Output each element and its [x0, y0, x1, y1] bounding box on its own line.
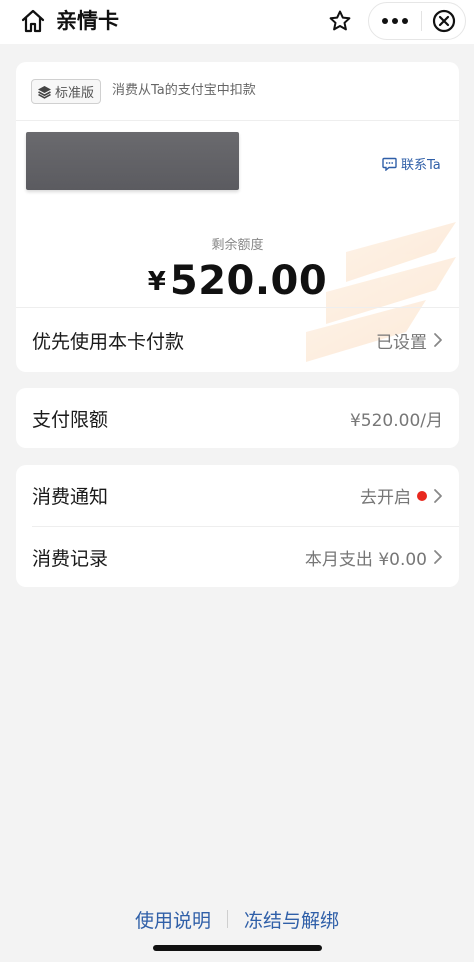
- redacted-account-info: [26, 132, 239, 190]
- more-dots-icon: [382, 18, 408, 24]
- chevron-right-icon: [434, 488, 442, 503]
- home-icon[interactable]: [20, 8, 46, 34]
- remaining-amount: ¥520.00: [16, 258, 459, 304]
- priority-payment-label: 优先使用本卡付款: [32, 330, 185, 353]
- consumption-records-row[interactable]: 消费记录 本月支出 ¥0.00: [16, 527, 459, 587]
- divider: [16, 307, 459, 308]
- consumption-notify-status: 去开启: [360, 483, 443, 508]
- star-icon: [329, 10, 351, 31]
- home-indicator: [153, 945, 322, 951]
- amount-value: 520.00: [169, 258, 328, 304]
- chevron-right-icon: [434, 550, 442, 564]
- deduction-description: 消费从Ta的支付宝中扣款: [112, 83, 256, 98]
- consumption-records-status: 本月支出 ¥0.00: [305, 545, 443, 570]
- contact-ta-link[interactable]: 联系Ta: [382, 154, 441, 173]
- header-bar: 亲情卡: [0, 0, 474, 44]
- consumption-notify-label: 消费通知: [32, 486, 109, 508]
- red-dot-indicator: [417, 490, 427, 501]
- divider: [16, 120, 459, 121]
- priority-payment-value: 已设置: [376, 332, 427, 353]
- chevron-right-icon: [434, 333, 442, 347]
- currency-symbol: ¥: [147, 267, 166, 297]
- consumption-records-label: 消费记录: [32, 547, 109, 570]
- family-card-panel: 标准版 消费从Ta的支付宝中扣款 联系Ta 剩余额度 ¥520.00 优先使用本…: [16, 62, 459, 372]
- payment-limit-value: ¥520.00/月: [349, 410, 443, 431]
- contact-ta-label: 联系Ta: [401, 158, 441, 173]
- more-button[interactable]: [369, 3, 421, 39]
- footer-links: 使用说明 冻结与解绑: [0, 902, 474, 936]
- consumption-records-value: 本月支出 ¥0.00: [304, 549, 427, 570]
- layers-icon: [38, 85, 51, 99]
- edition-badge-label: 标准版: [55, 86, 95, 101]
- favorite-button[interactable]: [322, 3, 358, 39]
- page-title: 亲情卡: [56, 9, 119, 33]
- usage-instructions-link[interactable]: 使用说明: [135, 906, 211, 933]
- payment-limit-panel: 支付限额 ¥520.00/月: [16, 388, 459, 448]
- payment-limit-label: 支付限额: [32, 408, 109, 431]
- edition-badge: 标准版: [31, 79, 102, 104]
- consumption-notify-value: 去开启: [360, 488, 411, 508]
- remaining-quota-label: 剩余额度: [211, 238, 264, 253]
- mini-program-capsule: [368, 2, 466, 40]
- consumption-notify-row[interactable]: 消费通知 去开启: [16, 465, 459, 526]
- priority-payment-row[interactable]: 优先使用本卡付款 已设置: [16, 309, 459, 371]
- payment-limit-row: 支付限额 ¥520.00/月: [16, 388, 459, 448]
- priority-payment-status: 已设置: [376, 328, 443, 353]
- close-circle-icon: [432, 9, 455, 33]
- chat-bubble-icon: [382, 157, 397, 171]
- consumption-panel: 消费通知 去开启 消费记录 本月支出 ¥0.00: [16, 465, 459, 587]
- footer-divider: [227, 910, 228, 928]
- close-button[interactable]: [422, 3, 465, 39]
- freeze-unbind-link[interactable]: 冻结与解绑: [244, 906, 339, 933]
